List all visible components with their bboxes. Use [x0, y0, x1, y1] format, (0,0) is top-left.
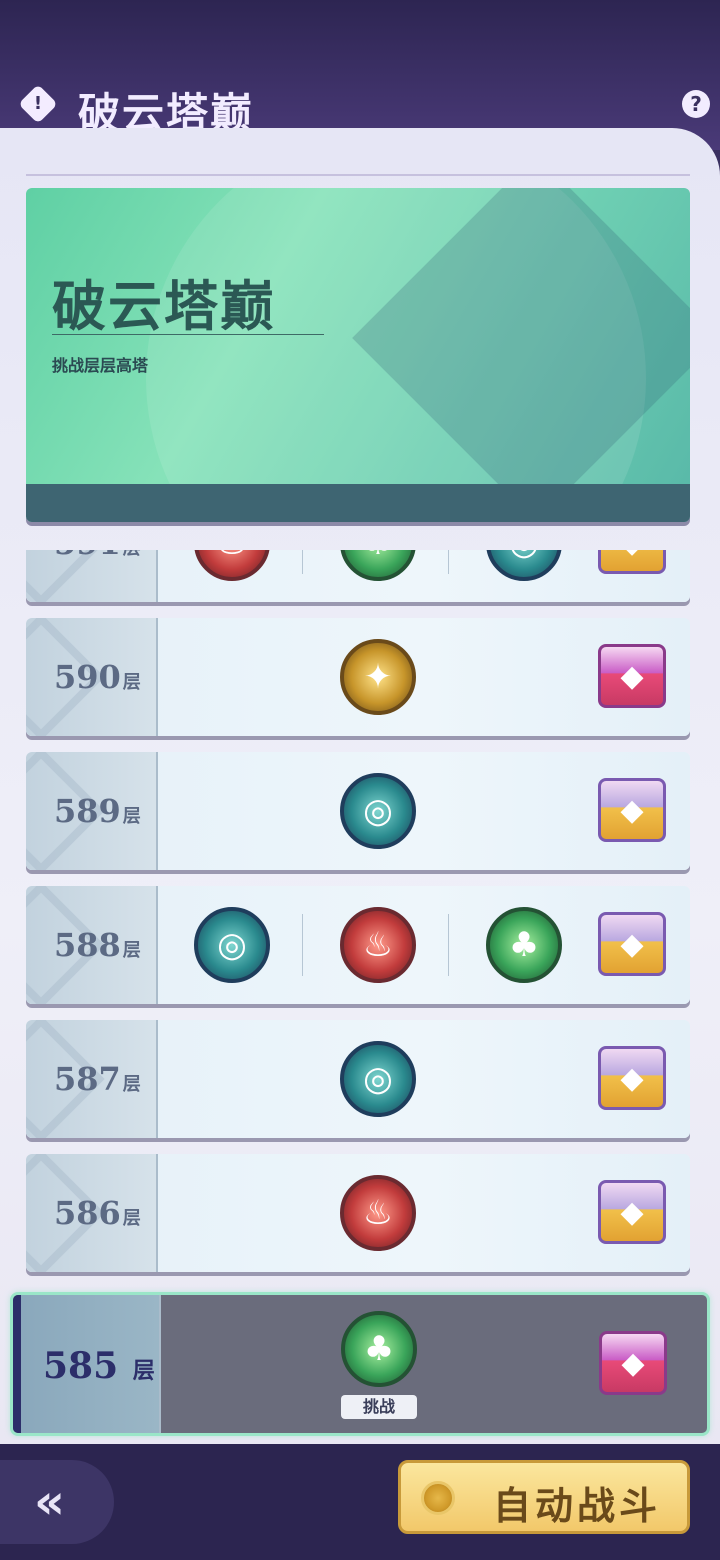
reward-chest-icon[interactable]: ◆ [598, 644, 666, 708]
challenge-button[interactable]: 挑战 [341, 1395, 417, 1419]
element-divider [448, 550, 449, 574]
help-icon[interactable]: ? [682, 90, 710, 118]
dendro-element-icon: ♣ [341, 1311, 417, 1387]
floor-number-value: 588 [54, 926, 121, 964]
floor-row-589[interactable]: 589 层 ◎ ◆ [26, 752, 690, 870]
reward-chest-icon[interactable]: ◆ [598, 1180, 666, 1244]
floor-row-590[interactable]: 590 层 ✦ ◆ [26, 618, 690, 736]
floor-unit: 层 [123, 550, 141, 559]
floor-unit: 层 [122, 672, 141, 693]
floor-row-587[interactable]: 587 层 ◎ ◆ [26, 1020, 690, 1138]
floor-number: 588 层 [54, 926, 141, 964]
floor-label-box: 590 层 [26, 618, 158, 736]
floor-number: 589 层 [54, 792, 141, 830]
floor-label-box: 586 层 [26, 1154, 158, 1272]
banner-separator [52, 334, 324, 335]
auto-battle-label: 自动战斗 [493, 1483, 662, 1528]
banner-subtitle: 挑战层层高塔 [52, 356, 149, 375]
hydro-element-icon: ◎ [486, 550, 562, 581]
floor-number-value: 585 [43, 1345, 131, 1387]
reward-chest-icon[interactable]: ◆ [598, 778, 666, 842]
reward-chest-icon[interactable]: ◆ [598, 912, 666, 976]
floor-unit: 层 [132, 1358, 155, 1384]
floor-label-box: 588 层 [26, 886, 158, 1004]
hydro-element-icon: ◎ [340, 773, 416, 849]
info-glyph: ! [33, 93, 43, 114]
element-divider [448, 914, 449, 976]
floor-unit: 层 [122, 806, 141, 827]
floor-number-value: 589 [54, 792, 121, 830]
floor-row-586[interactable]: 586 层 ♨ ◆ [26, 1154, 690, 1272]
reward-chest-icon[interactable]: ◆ [598, 550, 666, 574]
back-button[interactable]: « [0, 1460, 114, 1544]
floor-row-current[interactable]: 585 层 ♣ 挑战 ◆ [10, 1292, 710, 1436]
pyro-element-icon: ♨ [194, 550, 270, 581]
hydro-element-icon: ◎ [194, 907, 270, 983]
floor-unit: 层 [122, 1208, 141, 1229]
hydro-element-icon: ◎ [340, 1041, 416, 1117]
floor-number: 587 层 [54, 1060, 141, 1098]
banner-title: 破云塔巅 [52, 274, 276, 338]
dendro-element-icon: ♣ [340, 550, 416, 581]
banner-footer [26, 484, 690, 522]
floor-number: 586 层 [54, 1194, 141, 1232]
reward-chest-icon[interactable]: ◆ [598, 1046, 666, 1110]
floor-label-box: 589 层 [26, 752, 158, 870]
back-arrow-icon: « [34, 1474, 66, 1530]
auto-battle-button[interactable]: 自动战斗 [398, 1460, 690, 1534]
element-divider [302, 914, 303, 976]
panel-divider [26, 174, 690, 176]
reward-chest-icon[interactable]: ◆ [599, 1331, 667, 1395]
floor-label-box: 591层 [26, 550, 158, 602]
floor-number: 585 层 [43, 1345, 155, 1387]
floor-number: 591层 [54, 550, 141, 562]
tower-banner: 破云塔巅 挑战层层高塔 [26, 188, 690, 522]
floor-number-value: 587 [54, 1060, 121, 1098]
floor-unit: 层 [122, 1074, 141, 1095]
pyro-element-icon: ♨ [340, 1175, 416, 1251]
pyro-element-icon: ♨ [340, 907, 416, 983]
auto-battle-icon [421, 1481, 455, 1515]
floor-label-box: 585 层 [13, 1295, 161, 1433]
floor-label-box: 587 层 [26, 1020, 158, 1138]
floor-number-value: 590 [54, 658, 121, 696]
info-icon[interactable]: ! [18, 84, 58, 124]
geo-element-icon: ✦ [340, 639, 416, 715]
floor-number-value: 591 [54, 550, 121, 562]
floor-list[interactable]: 591层♨♣◎◆590层✦◆589层◎◆588层◎♨♣◆587层◎◆586层♨◆… [0, 550, 720, 1440]
floor-number: 590 层 [54, 658, 141, 696]
floor-row-588[interactable]: 588 层 ◎ ♨ ♣ ◆ [26, 886, 690, 1004]
element-divider [302, 550, 303, 574]
floor-row-591[interactable]: 591层 ♨ ♣ ◎ ◆ [26, 550, 690, 602]
floor-number-value: 586 [54, 1194, 121, 1232]
floor-unit: 层 [122, 940, 141, 961]
dendro-element-icon: ♣ [486, 907, 562, 983]
